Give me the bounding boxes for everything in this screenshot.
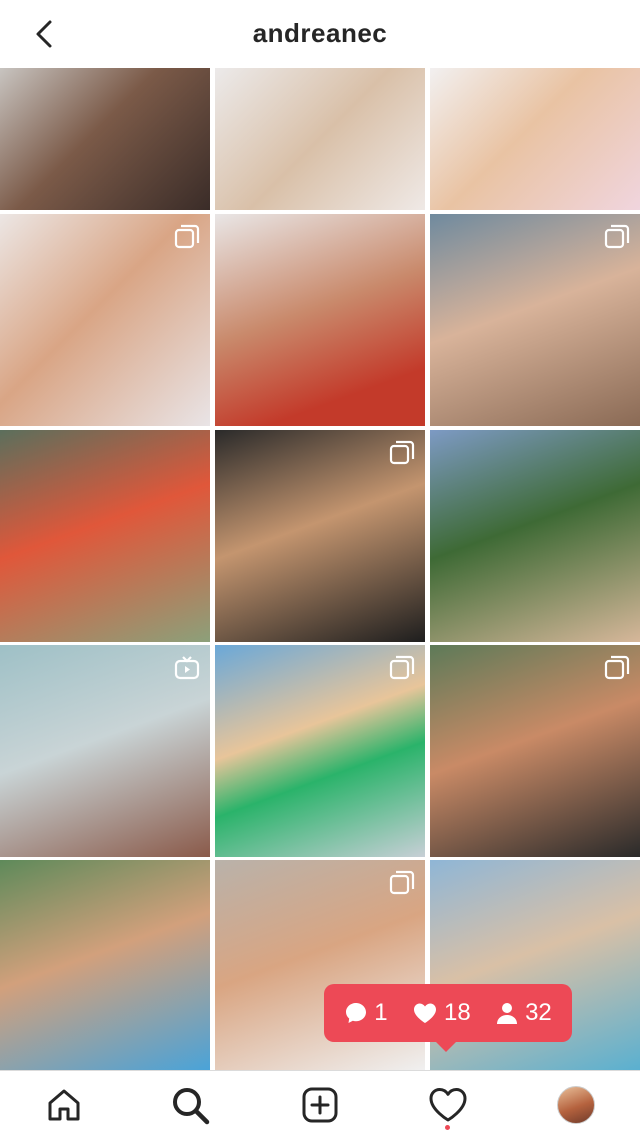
grid-photo-tile[interactable] — [0, 860, 210, 1070]
nav-profile[interactable] — [554, 1083, 598, 1127]
grid-photo-tile[interactable] — [0, 68, 210, 210]
follows-count: 32 — [525, 999, 552, 1026]
nav-search[interactable] — [168, 1083, 212, 1127]
grid-photo-tile[interactable] — [215, 214, 425, 426]
carousel-icon — [389, 655, 415, 680]
grid-photo-tile[interactable] — [0, 430, 210, 642]
grid-photo-tile[interactable] — [0, 214, 210, 426]
grid-photo-tile[interactable] — [0, 645, 210, 857]
carousel-icon — [604, 655, 630, 680]
likes-stat: 18 — [412, 999, 471, 1027]
activity-indicator-dot — [445, 1125, 450, 1130]
bottom-navigation — [0, 1070, 640, 1138]
comment-icon — [346, 1003, 367, 1023]
profile-avatar — [557, 1086, 595, 1124]
grid-photo-tile[interactable] — [430, 645, 640, 857]
carousel-icon — [389, 440, 415, 465]
search-icon — [173, 1088, 210, 1125]
carousel-icon — [174, 224, 200, 249]
add-post-icon — [302, 1087, 338, 1123]
comments-count: 1 — [374, 999, 388, 1026]
nav-activity[interactable] — [426, 1083, 470, 1130]
grid-photo-tile[interactable] — [430, 430, 640, 642]
grid-photo-tile[interactable] — [430, 68, 640, 210]
grid-photo-tile[interactable] — [215, 645, 425, 857]
grid-photo-tile[interactable] — [430, 214, 640, 426]
carousel-icon — [389, 870, 415, 895]
photo-grid — [0, 68, 640, 1070]
nav-home[interactable] — [42, 1083, 86, 1127]
grid-photo-tile[interactable] — [215, 430, 425, 642]
carousel-icon — [604, 224, 630, 249]
follows-stat: 32 — [495, 999, 552, 1027]
igtv-icon — [174, 656, 200, 680]
heart-outline-icon — [429, 1088, 467, 1122]
activity-notification-bubble[interactable]: 1 18 32 — [324, 984, 572, 1052]
home-icon — [48, 1089, 80, 1121]
grid-photo-tile[interactable] — [215, 68, 425, 210]
likes-count: 18 — [443, 999, 471, 1026]
comments-stat: 1 — [344, 999, 388, 1027]
heart-icon — [413, 1003, 436, 1023]
person-icon — [497, 1003, 518, 1024]
top-bar: andreanec — [0, 0, 640, 68]
profile-username-title: andreanec — [252, 18, 388, 48]
nav-new-post[interactable] — [298, 1083, 342, 1127]
